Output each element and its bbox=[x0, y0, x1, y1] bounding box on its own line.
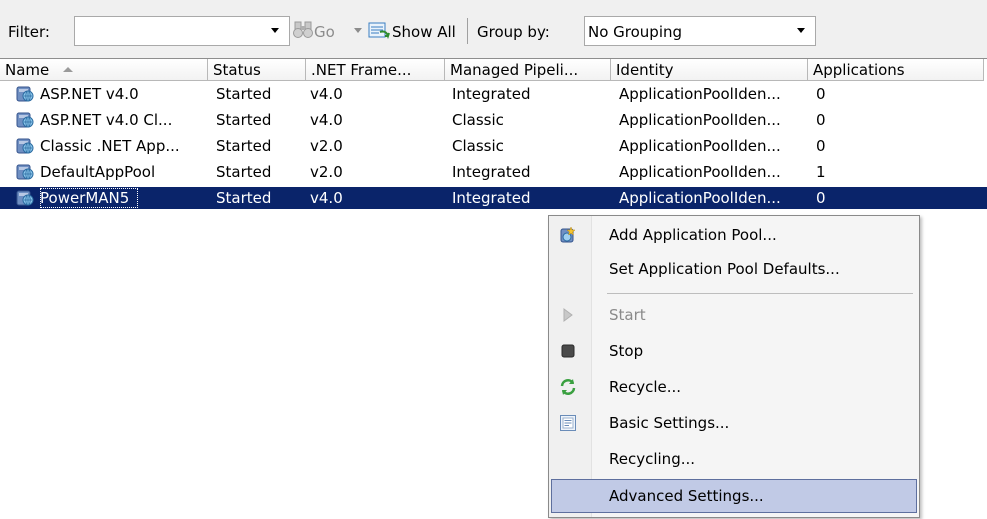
menu-item-recycling[interactable]: Recycling... bbox=[551, 442, 917, 476]
start-icon bbox=[563, 308, 573, 322]
table-row[interactable]: ASP.NET v4.0 Cl... Started v4.0 Classic Appl… bbox=[0, 109, 987, 131]
column-header-label: Name bbox=[5, 61, 50, 79]
column-header-identity[interactable]: Identity bbox=[611, 59, 808, 81]
basic-settings-icon bbox=[560, 415, 576, 431]
menu-item-recycle[interactable]: Recycle... bbox=[551, 370, 917, 404]
chevron-down-icon[interactable] bbox=[797, 28, 805, 33]
toolbar: Filter: Go Show All Group by: No Groupin… bbox=[0, 0, 987, 60]
cell-identity: ApplicationPoolIden... bbox=[619, 137, 781, 155]
binoculars-icon bbox=[293, 21, 313, 38]
table-row[interactable]: ASP.NET v4.0 Started v4.0 Integrated Applica… bbox=[0, 83, 987, 105]
column-header-row: Name Status .NET Frame... Managed Pipeli… bbox=[0, 59, 987, 81]
cell-name: ASP.NET v4.0 Cl... bbox=[40, 111, 173, 129]
cell-applications: 1 bbox=[816, 163, 826, 181]
toolbar-separator bbox=[467, 18, 468, 44]
menu-item-label: Recycling... bbox=[609, 450, 696, 468]
column-header-status[interactable]: Status bbox=[208, 59, 306, 81]
cell-status: Started bbox=[216, 137, 272, 155]
recycle-icon bbox=[560, 379, 576, 395]
menu-item-basic-settings[interactable]: Basic Settings... bbox=[551, 406, 917, 440]
cell-status: Started bbox=[216, 111, 272, 129]
column-header-net-framework[interactable]: .NET Frame... bbox=[306, 59, 445, 81]
column-header-applications[interactable]: Applications bbox=[808, 59, 984, 81]
cell-identity: ApplicationPoolIden... bbox=[619, 85, 781, 103]
menu-item-label: Stop bbox=[609, 342, 644, 360]
add-pool-icon bbox=[560, 226, 576, 243]
table-row[interactable]: PowerMAN5 Started v4.0 Integrated Applicatio… bbox=[0, 187, 987, 209]
context-menu: Add Application Pool... Set Application … bbox=[548, 215, 920, 518]
cell-identity: ApplicationPoolIden... bbox=[619, 163, 781, 181]
filter-input[interactable] bbox=[74, 16, 290, 46]
menu-item-set-application-pool-defaults[interactable]: Set Application Pool Defaults... bbox=[551, 252, 917, 286]
table-row[interactable]: DefaultAppPool Started v2.0 Integrated Appli… bbox=[0, 161, 987, 183]
menu-item-start[interactable]: Start bbox=[551, 298, 917, 332]
cell-applications: 0 bbox=[816, 137, 826, 155]
sort-ascending-icon bbox=[63, 67, 74, 72]
cell-identity: ApplicationPoolIden... bbox=[619, 111, 781, 129]
go-label: Go bbox=[314, 23, 335, 41]
cell-applications: 0 bbox=[816, 189, 826, 207]
column-header-managed-pipeline[interactable]: Managed Pipeli... bbox=[445, 59, 611, 81]
filter-label: Filter: bbox=[8, 23, 50, 41]
cell-name: DefaultAppPool bbox=[40, 163, 156, 181]
app-pool-icon bbox=[16, 137, 36, 155]
column-header-label: Identity bbox=[616, 61, 674, 79]
chevron-down-icon[interactable] bbox=[271, 28, 279, 33]
cell-net-framework: v4.0 bbox=[310, 111, 343, 129]
cell-managed-pipeline: Classic bbox=[452, 111, 504, 129]
cell-status: Started bbox=[216, 85, 272, 103]
go-button[interactable]: Go bbox=[290, 17, 352, 45]
show-all-icon bbox=[368, 22, 390, 40]
menu-separator bbox=[607, 293, 913, 294]
column-header-label: .NET Frame... bbox=[311, 61, 412, 79]
menu-item-add-application-pool[interactable]: Add Application Pool... bbox=[551, 218, 917, 252]
cell-managed-pipeline: Integrated bbox=[452, 189, 531, 207]
group-by-label: Group by: bbox=[477, 23, 550, 41]
cell-name: PowerMAN5 bbox=[40, 189, 130, 207]
menu-item-label: Basic Settings... bbox=[609, 414, 730, 432]
cell-net-framework: v2.0 bbox=[310, 163, 343, 181]
table-row[interactable]: Classic .NET App... Started v2.0 Classic App… bbox=[0, 135, 987, 157]
cell-applications: 0 bbox=[816, 85, 826, 103]
app-pool-icon bbox=[16, 111, 36, 129]
menu-item-label: Recycle... bbox=[609, 378, 682, 396]
menu-item-label: Add Application Pool... bbox=[609, 226, 777, 244]
group-by-select[interactable]: No Grouping bbox=[584, 16, 816, 46]
app-pool-icon bbox=[16, 163, 36, 181]
menu-item-label: Set Application Pool Defaults... bbox=[609, 260, 840, 278]
app-pool-icon bbox=[16, 85, 36, 103]
cell-status: Started bbox=[216, 189, 272, 207]
cell-identity: ApplicationPoolIden... bbox=[619, 189, 781, 207]
cell-net-framework: v2.0 bbox=[310, 137, 343, 155]
menu-item-advanced-settings[interactable]: Advanced Settings... bbox=[551, 479, 917, 513]
cell-applications: 0 bbox=[816, 111, 826, 129]
menu-item-stop[interactable]: Stop bbox=[551, 334, 917, 368]
show-all-label: Show All bbox=[392, 23, 456, 41]
column-header-label: Managed Pipeli... bbox=[450, 61, 579, 79]
cell-managed-pipeline: Integrated bbox=[452, 85, 531, 103]
cell-name: Classic .NET App... bbox=[40, 137, 180, 155]
group-by-value: No Grouping bbox=[588, 23, 683, 41]
menu-item-label: Start bbox=[609, 306, 646, 324]
chevron-down-icon[interactable] bbox=[354, 28, 362, 33]
column-header-label: Applications bbox=[813, 61, 905, 79]
cell-name: ASP.NET v4.0 bbox=[40, 85, 139, 103]
column-header-name[interactable]: Name bbox=[0, 59, 208, 81]
app-pool-icon bbox=[16, 189, 36, 207]
cell-managed-pipeline: Classic bbox=[452, 137, 504, 155]
show-all-button[interactable]: Show All bbox=[366, 17, 466, 45]
cell-net-framework: v4.0 bbox=[310, 189, 343, 207]
column-header-label: Status bbox=[213, 61, 261, 79]
cell-net-framework: v4.0 bbox=[310, 85, 343, 103]
menu-item-label: Advanced Settings... bbox=[609, 487, 764, 505]
cell-managed-pipeline: Integrated bbox=[452, 163, 531, 181]
cell-status: Started bbox=[216, 163, 272, 181]
stop-icon bbox=[561, 344, 575, 358]
